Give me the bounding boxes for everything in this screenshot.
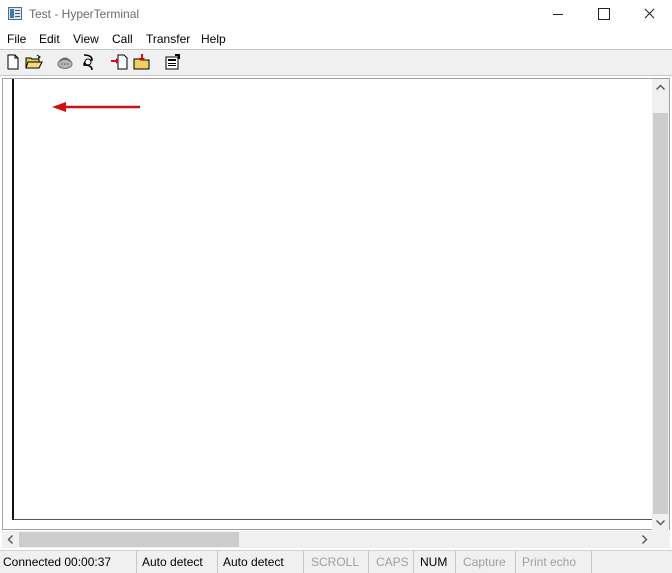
status-num-lock: NUM [420, 551, 456, 573]
minimize-button[interactable] [535, 0, 581, 29]
terminal-bottom-edge [14, 519, 652, 520]
status-caps-lock: CAPS [376, 551, 414, 573]
hyperterminal-app-icon[interactable] [8, 7, 22, 20]
scroll-up-arrow-icon[interactable] [652, 79, 669, 96]
scroll-left-arrow-icon[interactable] [2, 531, 19, 548]
receive-file-icon[interactable] [133, 53, 151, 71]
phone-call-icon[interactable] [56, 53, 74, 71]
disconnect-icon[interactable] [79, 53, 97, 71]
status-print-echo: Print echo [522, 551, 592, 573]
title-bar: Test - HyperTerminal [0, 0, 672, 30]
status-auto-detect-1: Auto detect [142, 551, 218, 573]
status-bar: Connected 00:00:37 Auto detect Auto dete… [0, 550, 672, 573]
menu-help[interactable]: Help [201, 32, 226, 46]
close-button[interactable] [626, 0, 672, 29]
horizontal-scrollbar[interactable] [2, 531, 670, 548]
vertical-scroll-thumb[interactable] [653, 113, 668, 514]
window-title: Test - HyperTerminal [29, 7, 140, 21]
red-arrow-icon [52, 102, 140, 112]
menu-edit[interactable]: Edit [39, 32, 60, 46]
maximize-button[interactable] [580, 0, 626, 29]
properties-icon[interactable] [164, 53, 182, 71]
terminal-screen[interactable] [2, 78, 670, 530]
scroll-right-arrow-icon[interactable] [636, 531, 653, 548]
toolbar-divider [0, 75, 672, 76]
menu-file[interactable]: File [7, 32, 26, 46]
status-auto-detect-2: Auto detect [223, 551, 304, 573]
terminal-left-margin [12, 79, 14, 520]
status-capture: Capture [463, 551, 516, 573]
toolbar [0, 50, 672, 75]
horizontal-scroll-thumb[interactable] [19, 532, 239, 547]
menu-transfer[interactable]: Transfer [146, 32, 190, 46]
menu-view[interactable]: View [73, 32, 99, 46]
status-connection-time: Connected 00:00:37 [3, 551, 137, 573]
scroll-down-arrow-icon[interactable] [652, 514, 669, 531]
send-file-icon[interactable] [110, 53, 128, 71]
menu-bar: File Edit View Call Transfer Help [0, 30, 672, 49]
vertical-scrollbar[interactable] [652, 79, 669, 531]
status-scroll-lock: SCROLL [311, 551, 369, 573]
menu-call[interactable]: Call [112, 32, 133, 46]
open-folder-icon[interactable] [25, 53, 43, 71]
new-document-icon[interactable] [4, 53, 22, 71]
